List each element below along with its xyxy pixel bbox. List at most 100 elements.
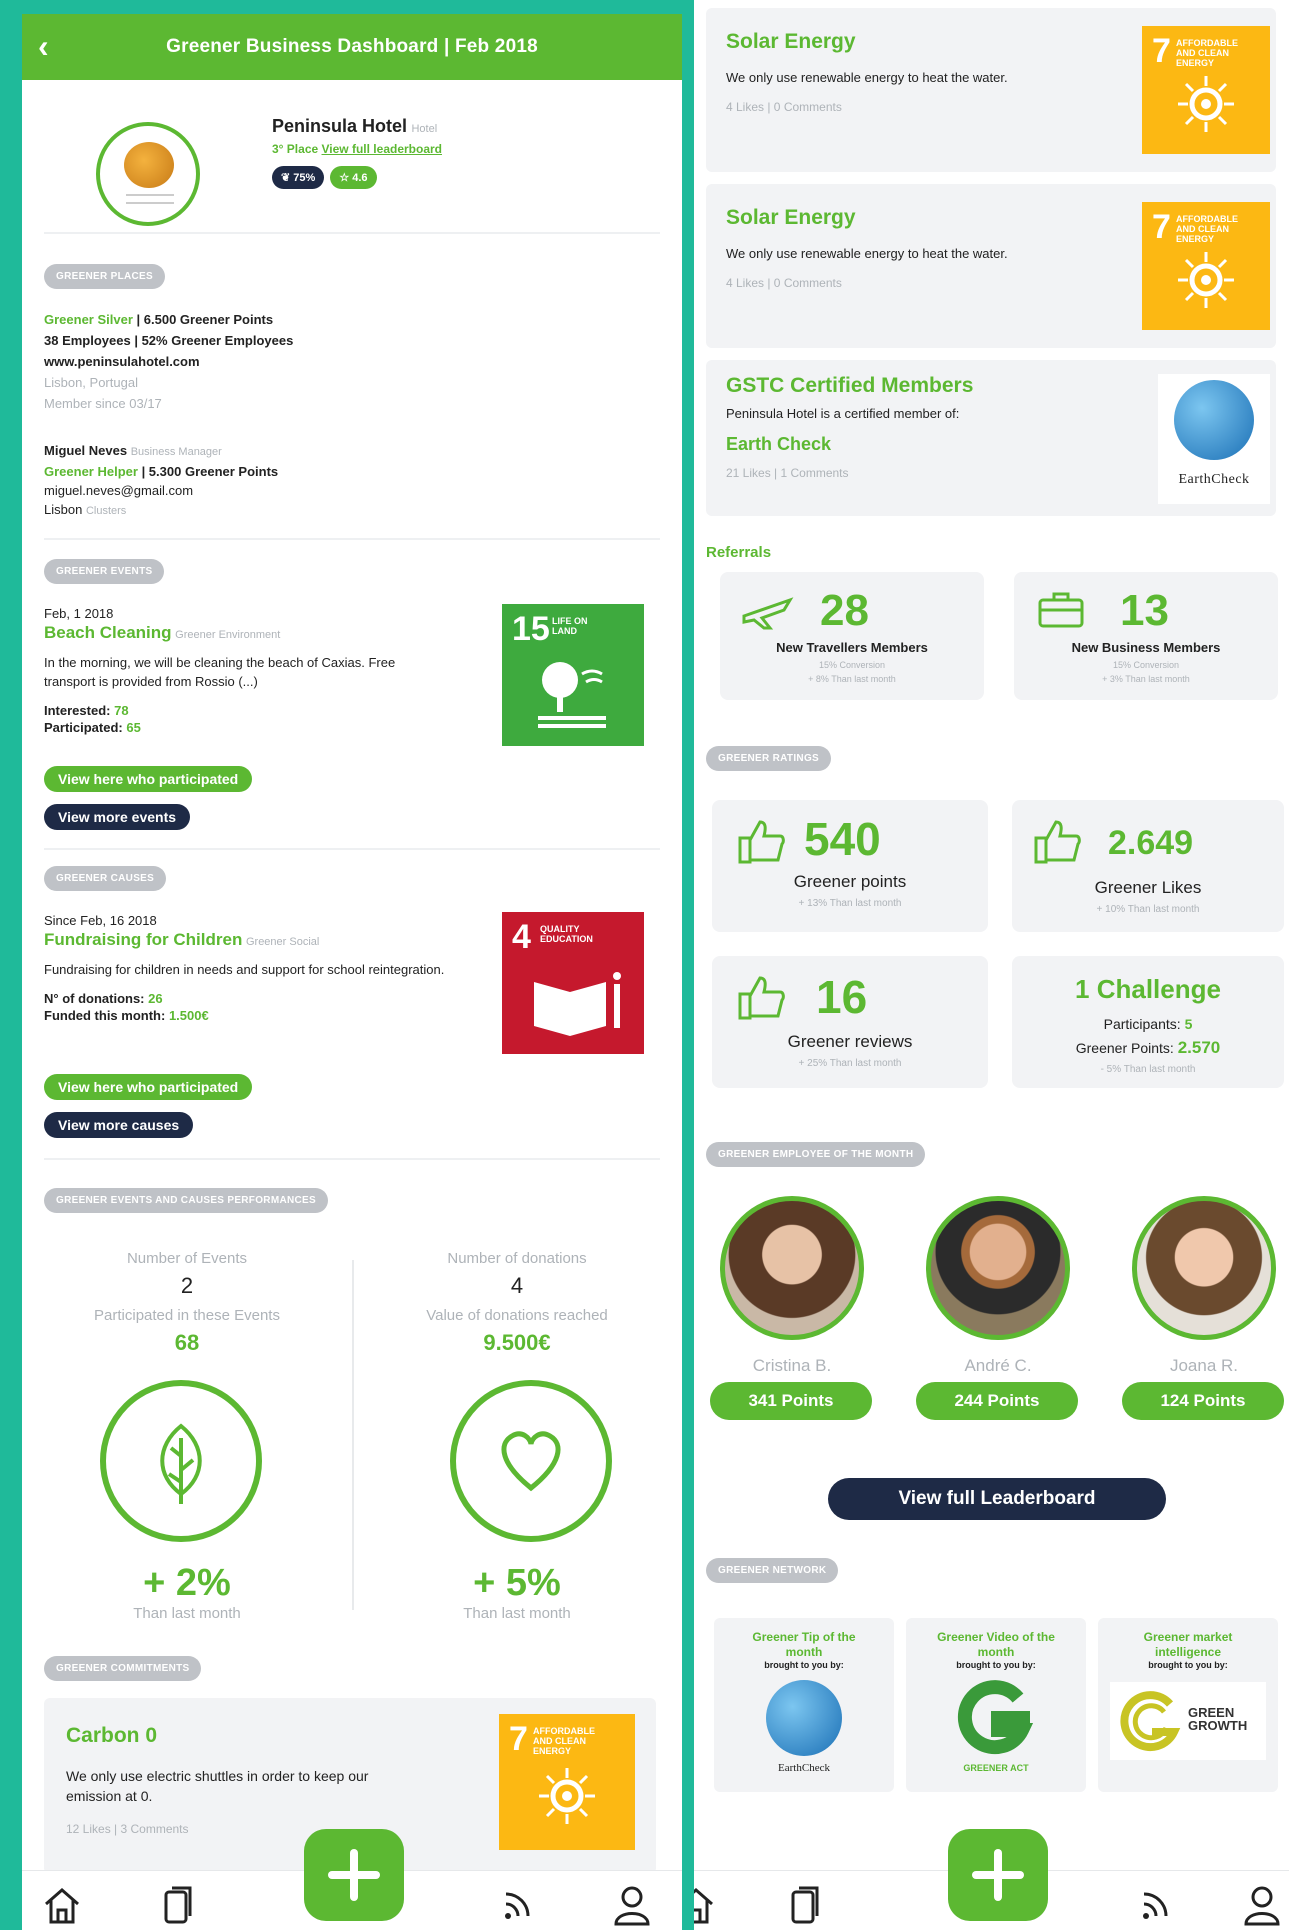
employee-3-points[interactable]: 124 Points xyxy=(1122,1382,1284,1420)
perf-events-label: Number of Events xyxy=(126,1250,248,1267)
solar-card-2-title: Solar Energy xyxy=(726,206,856,229)
avatar-cristina[interactable] xyxy=(720,1196,864,1340)
network-market-card[interactable]: Greener market intelligence brought to y… xyxy=(1098,1618,1278,1792)
event-participated-value: 65 xyxy=(126,720,141,735)
profile-icon[interactable] xyxy=(610,1882,654,1926)
commitment-title: Carbon 0 xyxy=(66,1724,158,1747)
referral-business-card[interactable]: 13 New Business Members 15% Conversion +… xyxy=(1014,572,1278,700)
perf-events-value: 2 xyxy=(180,1273,194,1298)
hotel-logo xyxy=(96,122,200,226)
event-date: Feb, 1 2018 xyxy=(44,606,114,621)
helper-points: | 5.300 Greener Points xyxy=(141,464,279,479)
cause-donations-value: 26 xyxy=(148,991,163,1006)
places-website[interactable]: www.peninsulahotel.com xyxy=(44,351,293,372)
solar-card-2[interactable]: Solar Energy We only use renewable energ… xyxy=(706,184,1276,348)
greener-likes-card[interactable]: 2.649 Greener Likes + 10% Than last mont… xyxy=(1012,800,1284,932)
network-video-card[interactable]: Greener Video of the month brought to yo… xyxy=(906,1618,1086,1792)
sun-icon xyxy=(539,1768,595,1824)
challenge-card[interactable]: 1 Challenge Participants: 5 Greener Poin… xyxy=(1012,956,1284,1088)
network-tip-title: Greener Tip of the month xyxy=(752,1630,856,1659)
briefcase-icon xyxy=(1038,592,1084,628)
bottom-nav-right xyxy=(694,1829,1289,1930)
greener-reviews-card[interactable]: 16 Greener reviews + 25% Than last month xyxy=(712,956,988,1088)
employee-1-points[interactable]: 341 Points xyxy=(710,1382,872,1420)
greener-likes-value: 2.649 xyxy=(1108,824,1194,862)
home-icon[interactable] xyxy=(694,1882,718,1926)
add-button[interactable] xyxy=(304,1829,404,1921)
pages-icon[interactable] xyxy=(157,1882,201,1926)
places-location: Lisbon, Portugal xyxy=(44,375,138,390)
referral-travellers-card[interactable]: 28 New Travellers Members 15% Conversion… xyxy=(720,572,984,700)
sun-icon xyxy=(1178,76,1234,132)
sdg7-tile-2: 7 AFFORDABLE AND CLEAN ENERGY xyxy=(1142,202,1270,330)
network-tip-card[interactable]: Greener Tip of the month brought to you … xyxy=(714,1618,894,1792)
solar-card-1[interactable]: Solar Energy We only use renewable energ… xyxy=(706,8,1276,172)
travellers-value: 28 xyxy=(820,586,869,635)
full-leaderboard-button[interactable]: View full Leaderboard xyxy=(828,1478,1166,1520)
green-growth-g-icon xyxy=(1120,1691,1181,1752)
manager-city: Lisbon xyxy=(44,502,83,517)
left-screen: ‹ Greener Business Dashboard | Feb 2018 … xyxy=(22,14,682,1930)
avatar-joana[interactable] xyxy=(1132,1196,1276,1340)
network-market-logo: GREEN GROWTH xyxy=(1188,1705,1248,1733)
gstc-member[interactable]: Earth Check xyxy=(726,434,831,455)
gstc-description: Peninsula Hotel is a certified member of… xyxy=(726,406,960,421)
hotel-type: Hotel xyxy=(411,123,438,135)
commitments-section-label: GREENER COMMITMENTS xyxy=(44,1656,202,1681)
avatar-andre[interactable] xyxy=(926,1196,1070,1340)
perf-donations-change: + 5% xyxy=(473,1562,561,1604)
commitment-description: We only use electric shuttles in order t… xyxy=(66,1768,369,1804)
event-description: In the morning, we will be cleaning the … xyxy=(44,655,396,689)
event-title[interactable]: Beach Cleaning xyxy=(44,623,172,642)
perf-reached-value: 9.500€ xyxy=(483,1330,551,1355)
green-growth-logo: GREEN GROWTH xyxy=(1110,1682,1266,1760)
add-button[interactable] xyxy=(948,1829,1048,1921)
sdg7-tile-1: 7 AFFORDABLE AND CLEAN ENERGY xyxy=(1142,26,1270,154)
feed-icon[interactable] xyxy=(1134,1882,1178,1926)
challenge-title: 1 Challenge xyxy=(1075,974,1221,1004)
feed-icon[interactable] xyxy=(496,1882,540,1926)
event-participants-button[interactable]: View here who participated xyxy=(44,766,253,792)
cause-title[interactable]: Fundraising for Children xyxy=(44,930,242,949)
manager-email[interactable]: miguel.neves@gmail.com xyxy=(44,481,278,500)
more-events-button[interactable]: View more events xyxy=(44,804,191,830)
profile-icon[interactable] xyxy=(1240,1882,1284,1926)
app-canvas: ‹ Greener Business Dashboard | Feb 2018 … xyxy=(0,0,1289,1930)
perf-donations-label: Number of donations xyxy=(447,1250,587,1267)
challenge-points-label: Greener Points: xyxy=(1075,1040,1174,1056)
event-interested-label: Interested: xyxy=(44,703,111,718)
perf-reached-label: Value of donations reached xyxy=(426,1307,608,1324)
perf-donations-change-label: Than last month xyxy=(463,1605,571,1622)
leaderboard-link[interactable]: View full leaderboard xyxy=(322,142,442,156)
greener-act-g-icon xyxy=(957,1680,1034,1755)
network-market-title: Greener market intelligence xyxy=(1143,1630,1233,1659)
referrals-label: Referrals xyxy=(706,544,772,561)
challenge-participants-label: Participants: xyxy=(1103,1016,1181,1032)
greener-points-label: Greener points xyxy=(793,872,907,891)
places-member-since: Member since 03/17 xyxy=(44,396,162,411)
event-interested-value: 78 xyxy=(114,703,129,718)
more-causes-button[interactable]: View more causes xyxy=(44,1112,194,1138)
page-title: Greener Business Dashboard | Feb 2018 xyxy=(166,36,538,57)
globe-icon xyxy=(1174,380,1254,460)
event-participated-label: Participated: xyxy=(44,720,123,735)
pages-icon[interactable] xyxy=(784,1882,828,1926)
solar-card-1-title: Solar Energy xyxy=(726,30,856,53)
manager-role: Business Manager xyxy=(130,446,222,458)
greener-points-card[interactable]: 540 Greener points + 13% Than last month xyxy=(712,800,988,932)
employee-2-points[interactable]: 244 Points xyxy=(916,1382,1078,1420)
network-video-sub: brought to you by: xyxy=(956,1660,1036,1670)
gstc-card[interactable]: GSTC Certified Members Peninsula Hotel i… xyxy=(706,360,1276,516)
greener-reviews-value: 16 xyxy=(816,971,868,1023)
home-icon[interactable] xyxy=(40,1882,84,1926)
earthcheck-logo: EarthCheck xyxy=(1158,374,1270,504)
earthcheck-globe-icon xyxy=(766,1680,842,1756)
network-tip-sub: brought to you by: xyxy=(764,1660,844,1670)
badge-rating: ☆ 4.6 xyxy=(330,166,377,189)
commitment-meta: 12 Likes | 3 Comments xyxy=(66,1822,189,1836)
right-screen: Solar Energy We only use renewable energ… xyxy=(694,0,1289,1930)
back-arrow-icon[interactable]: ‹ xyxy=(38,28,49,65)
cause-participants-button[interactable]: View here who participated xyxy=(44,1074,253,1100)
cause-description: Fundraising for children in needs and su… xyxy=(44,962,445,977)
top-header: ‹ Greener Business Dashboard | Feb 2018 xyxy=(22,14,682,80)
